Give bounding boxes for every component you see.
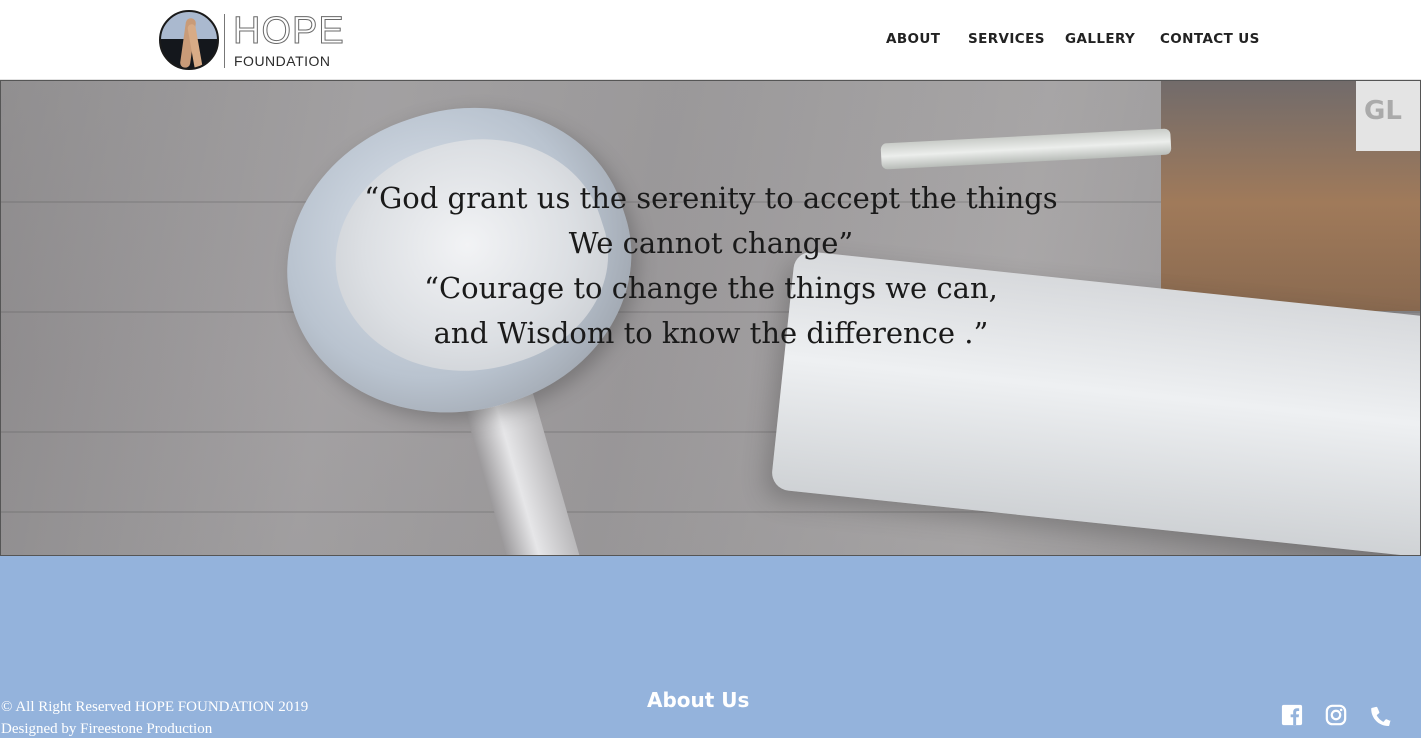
bottle-label-image: GL bbox=[1356, 81, 1420, 151]
quote-line: and Wisdom to know the difference .” bbox=[433, 316, 989, 350]
site-footer: About Us © All Right Reserved HOPE FOUND… bbox=[0, 556, 1421, 737]
hero-banner: GL “God grant us the serenity to accept … bbox=[0, 80, 1421, 556]
serenity-quote: “God grant us the serenity to accept the… bbox=[311, 176, 1111, 356]
designed-by-text: Designed by Fireestone Production bbox=[1, 721, 213, 737]
nav-link-services[interactable]: SERVICES bbox=[968, 31, 1045, 47]
quote-line: We cannot change” bbox=[568, 226, 854, 260]
copyright-text: © All Right Reserved HOPE FOUNDATION 201… bbox=[1, 699, 309, 715]
site-header: HOPE FOUNDATION ABOUT SERVICES GALLERY C… bbox=[0, 0, 1421, 80]
syringe-image bbox=[880, 128, 1172, 170]
facebook-icon[interactable] bbox=[1281, 704, 1305, 728]
quote-line: “Courage to change the things we can, bbox=[424, 271, 998, 305]
nav-link-contact-us[interactable]: CONTACT US bbox=[1160, 31, 1260, 47]
facebook-icon-glyph bbox=[1281, 704, 1303, 726]
footer-about-heading: About Us bbox=[647, 688, 750, 712]
phone-icon[interactable] bbox=[1369, 704, 1393, 728]
quote-line: “God grant us the serenity to accept the… bbox=[364, 181, 1058, 215]
instagram-icon[interactable] bbox=[1325, 704, 1349, 728]
nav-link-about[interactable]: ABOUT bbox=[886, 31, 940, 47]
phone-icon-glyph bbox=[1371, 706, 1391, 726]
main-nav: ABOUT SERVICES GALLERY CONTACT US bbox=[0, 31, 1421, 51]
nav-link-gallery[interactable]: GALLERY bbox=[1065, 31, 1135, 47]
instagram-icon-glyph bbox=[1325, 704, 1347, 726]
logo-subtitle: FOUNDATION bbox=[234, 53, 331, 69]
